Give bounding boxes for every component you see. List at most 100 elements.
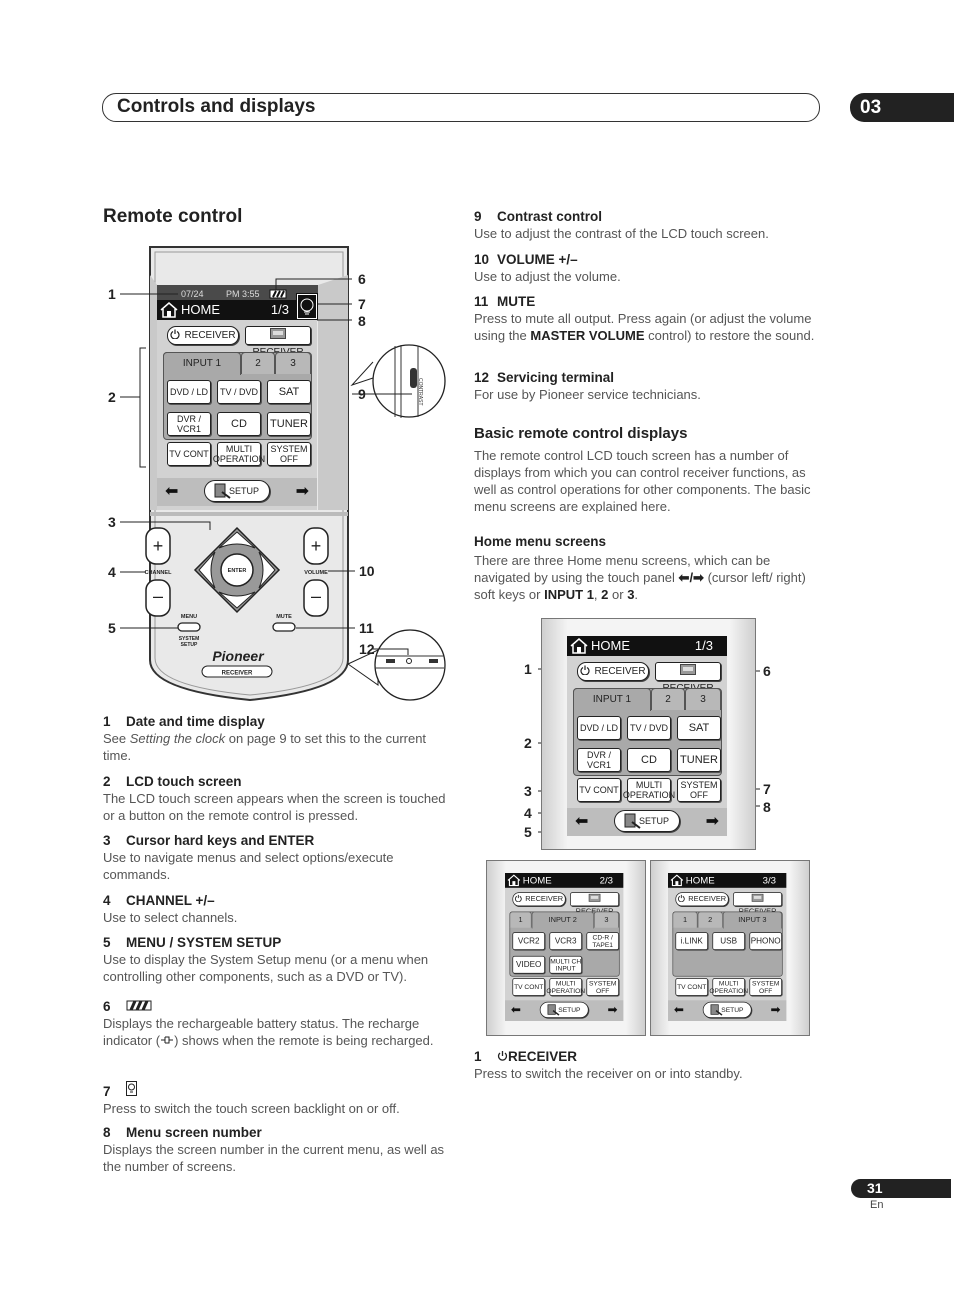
home-screen-1[interactable]: HOME1/3RECEIVERRECEIVERINPUT 123DVD / LD…: [567, 636, 727, 836]
function-button[interactable]: SYSTEM OFF: [267, 442, 311, 466]
receiver-input-button[interactable]: RECEIVER: [570, 892, 619, 916]
left-arrow-key[interactable]: ⬅: [575, 814, 588, 830]
input-tab-1[interactable]: 1: [509, 911, 532, 928]
input-tab-3[interactable]: 3: [685, 688, 721, 710]
left-arrow-key[interactable]: ⬅: [165, 484, 178, 500]
contrast-magnifier: CONTRAST: [350, 344, 446, 418]
input-button[interactable]: DVD / LD: [167, 380, 211, 404]
input-button[interactable]: DVR / VCR1: [167, 412, 211, 436]
setup-label: SETUP: [181, 642, 198, 648]
input-button[interactable]: CD: [217, 412, 261, 436]
volume-plus-button[interactable]: +: [303, 527, 329, 565]
setup-button[interactable]: SETUP: [539, 1001, 589, 1019]
mute-button[interactable]: [272, 622, 296, 632]
input-button[interactable]: CD: [627, 748, 671, 772]
function-button[interactable]: TV CONT: [577, 778, 621, 802]
battery-icon: [126, 999, 152, 1014]
left-item-2: 2 LCD touch screen The LCD touch screen ap…: [103, 773, 451, 824]
input-tab-1[interactable]: INPUT 1: [163, 352, 241, 375]
setup-button[interactable]: SETUP: [614, 810, 680, 832]
receiver-power-label: RECEIVER: [594, 666, 646, 677]
input-button[interactable]: TUNER: [267, 412, 311, 436]
receiver-power-button[interactable]: RECEIVER: [675, 892, 729, 907]
input-tab-2[interactable]: INPUT 2: [531, 911, 594, 929]
input-tab-3[interactable]: INPUT 3: [722, 911, 782, 929]
right-arrow-key[interactable]: ➡: [608, 1004, 618, 1017]
function-button[interactable]: SYSTEM OFF: [749, 978, 782, 996]
input-button[interactable]: VIDEO: [512, 955, 545, 974]
function-button[interactable]: SYSTEM OFF: [677, 778, 721, 802]
input-tab-2[interactable]: 2: [651, 688, 685, 710]
receiver-power-button[interactable]: RECEIVER: [512, 892, 566, 907]
input-button[interactable]: SAT: [677, 716, 721, 740]
callout-7: 7: [358, 296, 366, 312]
function-button[interactable]: SYSTEM OFF: [586, 978, 619, 996]
remote-lcd-screen[interactable]: HOME1/3RECEIVERRECEIVERINPUT 123DVD / LD…: [157, 300, 317, 510]
channel-minus-button[interactable]: –: [145, 579, 171, 617]
item-description: Displays the screen number in the curren…: [103, 1142, 445, 1174]
receiver-power-button[interactable]: RECEIVER: [167, 326, 239, 345]
home-callout-1: 1: [524, 661, 532, 677]
callout-10: 10: [359, 563, 375, 579]
menu-screen-number: 1/3: [270, 302, 289, 317]
backlight-button[interactable]: [296, 293, 318, 320]
input-button[interactable]: VCR3: [549, 932, 582, 950]
input-button[interactable]: PHONO: [749, 932, 782, 950]
input-button[interactable]: USB: [712, 932, 745, 950]
input-tab-3[interactable]: 3: [593, 911, 619, 928]
menu-button[interactable]: [177, 622, 201, 632]
right-arrow-key[interactable]: ➡: [706, 814, 719, 830]
item-number: 11: [474, 294, 489, 309]
function-button[interactable]: TV CONT: [167, 442, 211, 466]
screen-title-bar: HOME 1/3: [567, 636, 727, 656]
function-button[interactable]: MULTI OPERATION: [623, 778, 675, 802]
home-screen-3[interactable]: HOME 3/3 RECEIVER RECEIVER 12INPUT 3 i.LINKUS…: [668, 873, 787, 1021]
input-button[interactable]: MULTI CH INPUT: [549, 955, 582, 974]
power-icon: [497, 1051, 508, 1061]
setup-button[interactable]: SETUP: [702, 1001, 752, 1019]
input-button[interactable]: CD-R / TAPE1: [586, 932, 619, 950]
callout-8: 8: [358, 313, 366, 329]
setup-button[interactable]: SETUP: [204, 480, 270, 502]
contrast-dial[interactable]: [410, 368, 417, 388]
home-callout-7: 7: [763, 781, 771, 797]
desc-emphasis: Setting the clock: [129, 731, 226, 746]
right-arrow-key[interactable]: ➡: [771, 1004, 781, 1017]
input-button[interactable]: SAT: [267, 380, 311, 404]
callout-1: 1: [108, 286, 116, 302]
input-button[interactable]: DVR / VCR1: [577, 748, 621, 772]
input-button[interactable]: i.LINK: [675, 932, 708, 950]
item-label: Servicing terminal: [497, 370, 615, 385]
home-screen-2[interactable]: HOME 2/3 RECEIVER RECEIVER 1INPUT 23 VCR2VCR3…: [505, 873, 624, 1021]
receiver-power-button[interactable]: RECEIVER: [577, 662, 649, 681]
left-arrow-key[interactable]: ⬅: [674, 1004, 684, 1017]
function-button[interactable]: TV CONT: [675, 978, 708, 996]
screen-title: HOME: [591, 638, 630, 653]
channel-plus-button[interactable]: +: [145, 527, 171, 565]
left-arrow-key[interactable]: ⬅: [511, 1004, 521, 1017]
home-callout-6: 6: [763, 663, 771, 679]
input-button[interactable]: VCR2: [512, 932, 545, 950]
receiver-power-label: RECEIVER: [525, 895, 564, 904]
function-button[interactable]: MULTI OPERATION: [709, 978, 748, 996]
input-button[interactable]: TUNER: [677, 748, 721, 772]
right-arrow-key[interactable]: ➡: [296, 484, 309, 500]
input-tab-1[interactable]: INPUT 1: [573, 688, 651, 711]
input-button[interactable]: DVD / LD: [577, 716, 621, 740]
function-button[interactable]: MULTI OPERATION: [213, 442, 265, 466]
channel-label: CHANNEL: [145, 570, 173, 576]
volume-minus-button[interactable]: –: [303, 579, 329, 617]
function-button[interactable]: TV CONT: [512, 978, 545, 996]
receiver-input-button[interactable]: RECEIVER: [245, 326, 311, 358]
receiver-input-button[interactable]: RECEIVER: [655, 662, 721, 694]
input-tab-1[interactable]: 1: [672, 911, 698, 928]
input-tab-2[interactable]: 2: [241, 352, 275, 374]
input-tab-2[interactable]: 2: [697, 911, 723, 928]
svg-text:+: +: [311, 536, 322, 556]
receiver-input-button[interactable]: RECEIVER: [733, 892, 782, 916]
item-description: The LCD touch screen appears when the sc…: [103, 791, 446, 823]
input-tab-3[interactable]: 3: [275, 352, 311, 374]
function-button[interactable]: MULTI OPERATION: [546, 978, 585, 996]
input-button[interactable]: TV / DVD: [217, 380, 261, 404]
input-button[interactable]: TV / DVD: [627, 716, 671, 740]
